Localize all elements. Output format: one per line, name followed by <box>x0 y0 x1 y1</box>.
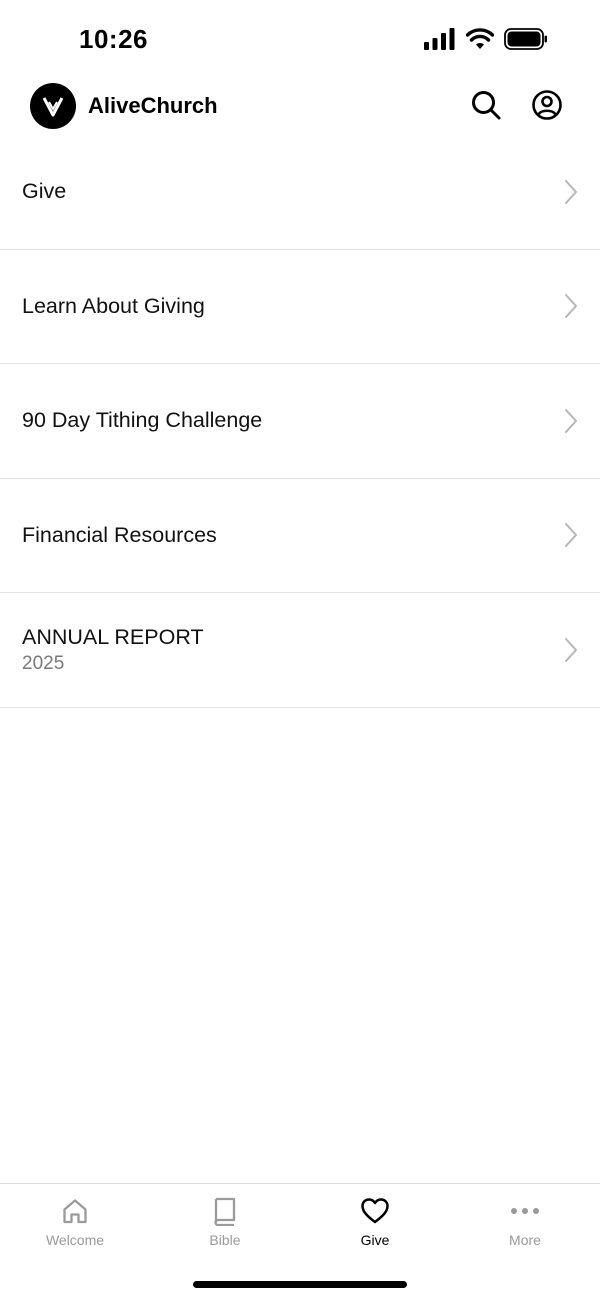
menu-item-text: 90 Day Tithing Challenge <box>22 408 262 433</box>
tab-bible[interactable]: Bible <box>150 1184 300 1264</box>
chevron-right-icon <box>565 294 577 319</box>
status-time: 10:26 <box>79 24 148 54</box>
chevron-right-icon <box>565 523 577 548</box>
menu-item-title: 90 Day Tithing Challenge <box>22 408 263 433</box>
menu-item-text: ANNUAL REPORT 2025 <box>22 625 204 675</box>
battery-icon <box>504 28 547 50</box>
tab-label: Give <box>360 1232 390 1248</box>
giving-menu-list: Give Learn About Giving 90 Day Tithing C… <box>0 135 600 708</box>
tab-label: Welcome <box>45 1232 105 1248</box>
menu-item-title: ANNUAL REPORT <box>22 624 204 649</box>
menu-item-subtitle: 2025 <box>22 652 65 674</box>
app-header: AliveChurch <box>0 80 600 136</box>
menu-item-tithing-challenge[interactable]: 90 Day Tithing Challenge <box>0 364 600 479</box>
heart-icon <box>361 1198 389 1224</box>
cellular-signal-icon <box>424 28 455 50</box>
chevron-right-icon <box>565 408 577 433</box>
home-indicator[interactable] <box>193 1281 407 1288</box>
menu-item-financial-resources[interactable]: Financial Resources <box>0 479 600 593</box>
tab-give[interactable]: Give <box>300 1184 450 1264</box>
menu-item-text: Learn About Giving <box>22 294 205 319</box>
chevron-right-icon <box>565 637 577 662</box>
menu-item-text: Give <box>22 179 66 204</box>
profile-icon <box>532 90 562 120</box>
chevron-right-icon <box>565 179 577 204</box>
v-logo-icon[interactable] <box>30 83 76 129</box>
menu-item-learn-about-giving[interactable]: Learn About Giving <box>0 250 600 364</box>
home-icon <box>63 1199 87 1224</box>
tab-more[interactable]: More <box>450 1184 600 1264</box>
more-dots-icon <box>511 1208 539 1214</box>
status-bar: 10:26 <box>0 0 600 80</box>
menu-item-text: Financial Resources <box>22 523 217 548</box>
profile-button[interactable] <box>530 88 564 122</box>
menu-item-title: Financial Resources <box>22 522 217 547</box>
search-icon <box>472 91 501 120</box>
book-icon <box>214 1197 236 1226</box>
menu-item-title: Learn About Giving <box>22 293 205 318</box>
tab-welcome[interactable]: Welcome <box>0 1184 150 1264</box>
menu-item-annual-report[interactable]: ANNUAL REPORT 2025 <box>0 593 600 708</box>
tab-label: More <box>509 1232 541 1248</box>
wifi-icon <box>466 28 494 49</box>
status-icons <box>424 28 548 50</box>
brand-name: AliveChurch <box>88 93 218 118</box>
search-button[interactable] <box>469 88 503 122</box>
menu-item-title: Give <box>22 179 67 204</box>
tab-label: Bible <box>209 1232 241 1248</box>
menu-item-give[interactable]: Give <box>0 135 600 250</box>
screen: 10:26 AliveChurch Give Learn About Givin… <box>0 0 600 1300</box>
